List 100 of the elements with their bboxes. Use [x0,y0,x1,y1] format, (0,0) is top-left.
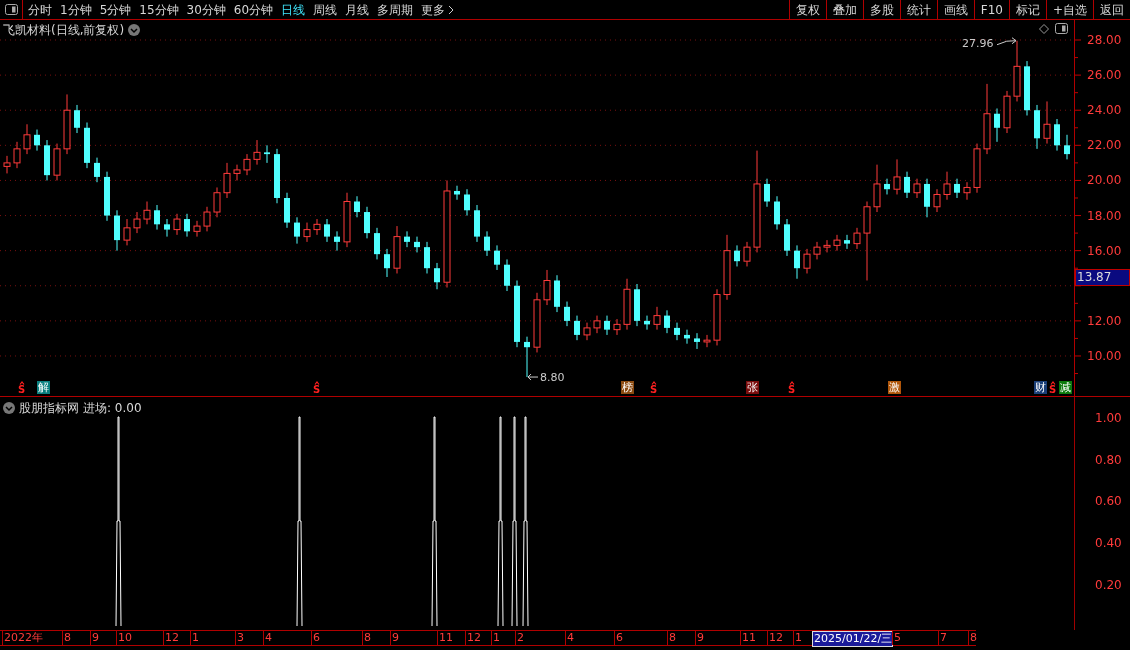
toolbar-button[interactable]: 返回 [1093,0,1130,19]
toolbar-button[interactable]: F10 [973,0,1009,19]
candlestick [803,248,811,274]
period-tab[interactable]: 分时 [28,0,52,19]
indicator-axis-label: 0.40 [1095,536,1122,551]
date-axis-label: 6 [311,631,320,645]
date-axis-label: 9 [390,631,399,645]
toolbar-button[interactable]: 叠加 [825,0,863,19]
candlestick [1043,100,1051,145]
candlestick [13,141,21,169]
chevron-right-icon [448,4,455,15]
candlestick [743,241,751,267]
toolbar-button[interactable]: 统计 [899,0,937,19]
date-axis-label: 1 [491,631,500,645]
chevron-down-icon[interactable] [128,24,141,36]
period-tab[interactable]: 1分钟 [60,0,92,19]
candlestick [184,213,190,238]
toolbar-button[interactable]: 画线 [936,0,974,19]
toolbar-button[interactable]: +自选 [1045,0,1093,19]
date-axis-label: 8 [667,631,676,645]
event-tag[interactable]: 张 [746,381,759,394]
candlestick [823,239,831,253]
period-tab[interactable]: 周线 [313,0,338,19]
price-axis-label: 20.00 [1087,173,1122,188]
event-tag[interactable]: 解 [37,381,50,394]
toolbar-button[interactable]: 标记 [1008,0,1046,19]
indicator-name: 股朋指标网 [19,400,79,417]
price-axis-label: 18.00 [1087,208,1122,223]
indicator-axis-label: 0.60 [1095,494,1122,509]
low-price-label: 8.80 [540,371,565,385]
event-tag[interactable]: 财 [1034,381,1047,394]
candlestick [994,107,1000,143]
candlestick [253,139,261,166]
chart-title: 飞凯材料(日线,前复权) [3,22,125,39]
candlestick [404,230,410,248]
toolbar-button[interactable]: 复权 [788,0,826,19]
candlestick [484,230,490,257]
period-tab[interactable]: 15分钟 [139,0,179,19]
candlestick [884,178,890,195]
date-axis-label: 12 [767,631,783,645]
date-axis-label: 2 [515,631,524,645]
price-axis-label: 24.00 [1087,103,1122,118]
date-axis-label: 8 [968,631,977,645]
candlestick [524,336,530,378]
candlestick [963,181,971,201]
date-axis-label: 1 [793,631,802,645]
price-axis-label: 16.00 [1087,243,1122,258]
candlestick [223,162,231,199]
high-arrow-icon [996,37,1017,46]
diamond-icon[interactable] [1039,23,1049,34]
candlestick [1064,134,1070,160]
panel-toggle-icon[interactable] [4,4,18,15]
candlestick [313,218,321,236]
period-tab[interactable]: 日线 [281,0,306,19]
panel-toggle-icon[interactable] [1055,23,1068,34]
candlestick [844,234,850,250]
candlestick [23,123,31,155]
candlestick [833,234,841,252]
candlestick [1054,118,1060,152]
candlestick [264,144,270,164]
candlestick [3,155,11,174]
candlestick [893,158,901,195]
candlestick [933,188,941,213]
high-price-label: 27.96 [962,36,994,50]
candlestick [543,269,551,306]
candlestick [734,244,740,267]
candlestick [504,258,510,292]
date-axis-label: 2025/01/22/三 [812,631,894,647]
candlestick [324,218,330,243]
low-arrow-icon [527,373,539,381]
period-tab[interactable]: 5分钟 [99,0,132,19]
price-axis-label: 26.00 [1087,68,1122,83]
candlestick [34,129,40,152]
event-tag[interactable]: 榜 [621,381,634,394]
candlestick [434,262,440,290]
date-axis-label: 4 [263,631,272,645]
date-axis-label: 4 [565,631,574,645]
event-tag[interactable]: 减 [1059,381,1072,394]
candlestick [424,241,430,274]
candlestick [164,218,170,238]
date-axis-label: 8 [62,631,71,645]
period-tab[interactable]: 月线 [345,0,370,19]
candlestick [74,104,80,134]
event-tag[interactable]: 激 [888,381,901,394]
candlestick [954,178,960,199]
candlestick [574,315,580,341]
date-axis-label: 5 [892,631,901,645]
candlestick [604,315,610,336]
candlestick [213,186,221,218]
period-tab[interactable]: 多周期 [377,0,414,19]
date-axis-label: 11 [437,631,453,645]
toolbar-button[interactable]: 多股 [862,0,900,19]
period-tab[interactable]: 更多 [421,0,455,19]
candlestick [384,248,390,278]
candlestick [764,178,770,208]
candlestick [674,322,680,341]
date-axis-label: 6 [614,631,623,645]
chevron-down-icon[interactable] [3,402,15,414]
period-tab[interactable]: 60分钟 [233,0,274,19]
period-tab[interactable]: 30分钟 [186,0,226,19]
